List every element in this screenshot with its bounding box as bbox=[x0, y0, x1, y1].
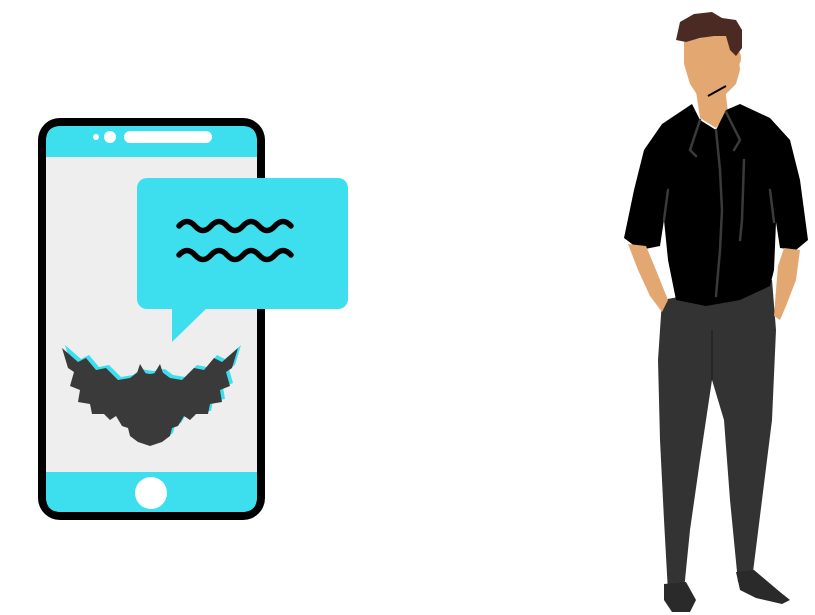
phone-speaker bbox=[124, 131, 212, 143]
man-pants bbox=[658, 280, 776, 592]
phone-sensor-dot bbox=[93, 134, 99, 140]
standing-man bbox=[624, 12, 808, 612]
illustration-scene bbox=[0, 0, 815, 615]
speech-bubble-body bbox=[137, 178, 348, 309]
phone-camera-icon bbox=[104, 131, 116, 143]
man-left-shoe bbox=[664, 582, 696, 612]
illustration-svg bbox=[38, 12, 808, 612]
man-left-forearm bbox=[628, 244, 668, 312]
phone-home-button bbox=[135, 477, 167, 509]
man-right-forearm bbox=[774, 248, 800, 320]
man-right-shoe bbox=[736, 570, 790, 604]
